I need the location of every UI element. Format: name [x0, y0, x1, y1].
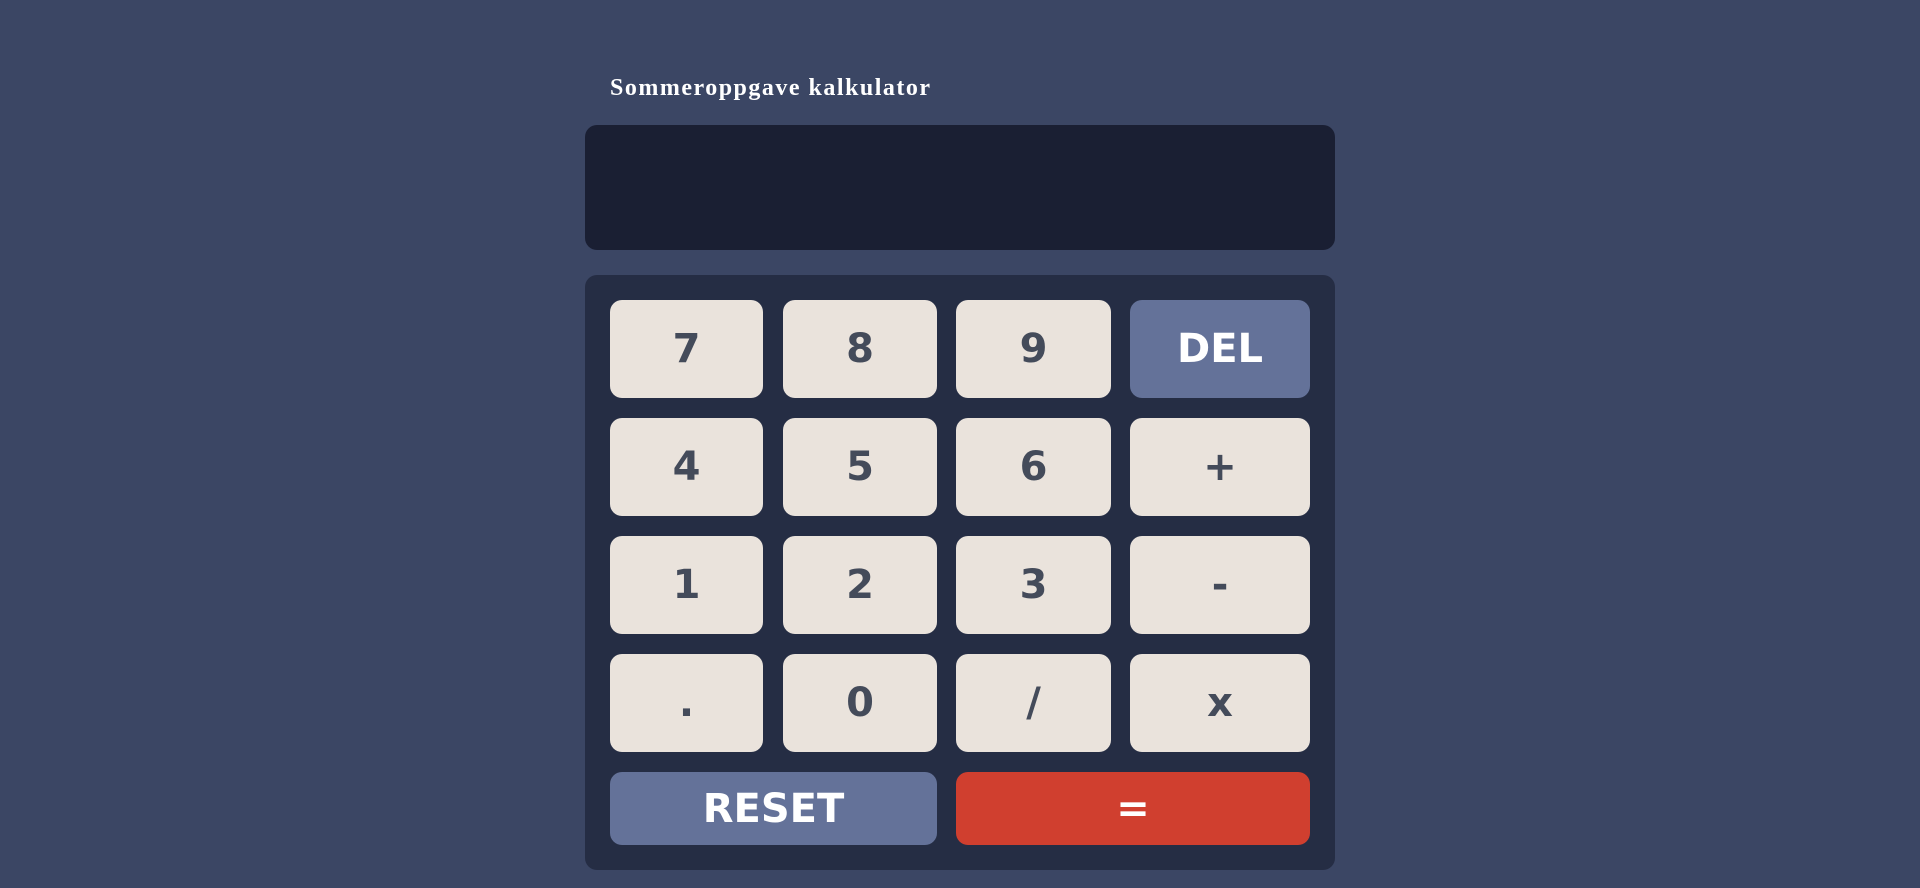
key-6[interactable]: 6	[956, 418, 1111, 516]
key-1[interactable]: 1	[610, 536, 763, 634]
page-title: Sommeroppgave kalkulator	[610, 75, 932, 101]
plus-button[interactable]: +	[1130, 418, 1310, 516]
decimal-button[interactable]: .	[610, 654, 763, 752]
key-7[interactable]: 7	[610, 300, 763, 398]
minus-button[interactable]: -	[1130, 536, 1310, 634]
multiply-button[interactable]: x	[1130, 654, 1310, 752]
divide-button[interactable]: /	[956, 654, 1111, 752]
key-8[interactable]: 8	[783, 300, 937, 398]
keypad: 7 8 9 DEL 4 5 6 + 1 2 3 - . 0 / x RESET …	[585, 275, 1335, 870]
reset-button[interactable]: RESET	[610, 772, 937, 845]
key-9[interactable]: 9	[956, 300, 1111, 398]
calculator-display	[585, 125, 1335, 250]
equals-button[interactable]: =	[956, 772, 1310, 845]
key-0[interactable]: 0	[783, 654, 937, 752]
key-2[interactable]: 2	[783, 536, 937, 634]
delete-button[interactable]: DEL	[1130, 300, 1310, 398]
key-3[interactable]: 3	[956, 536, 1111, 634]
key-4[interactable]: 4	[610, 418, 763, 516]
key-5[interactable]: 5	[783, 418, 937, 516]
